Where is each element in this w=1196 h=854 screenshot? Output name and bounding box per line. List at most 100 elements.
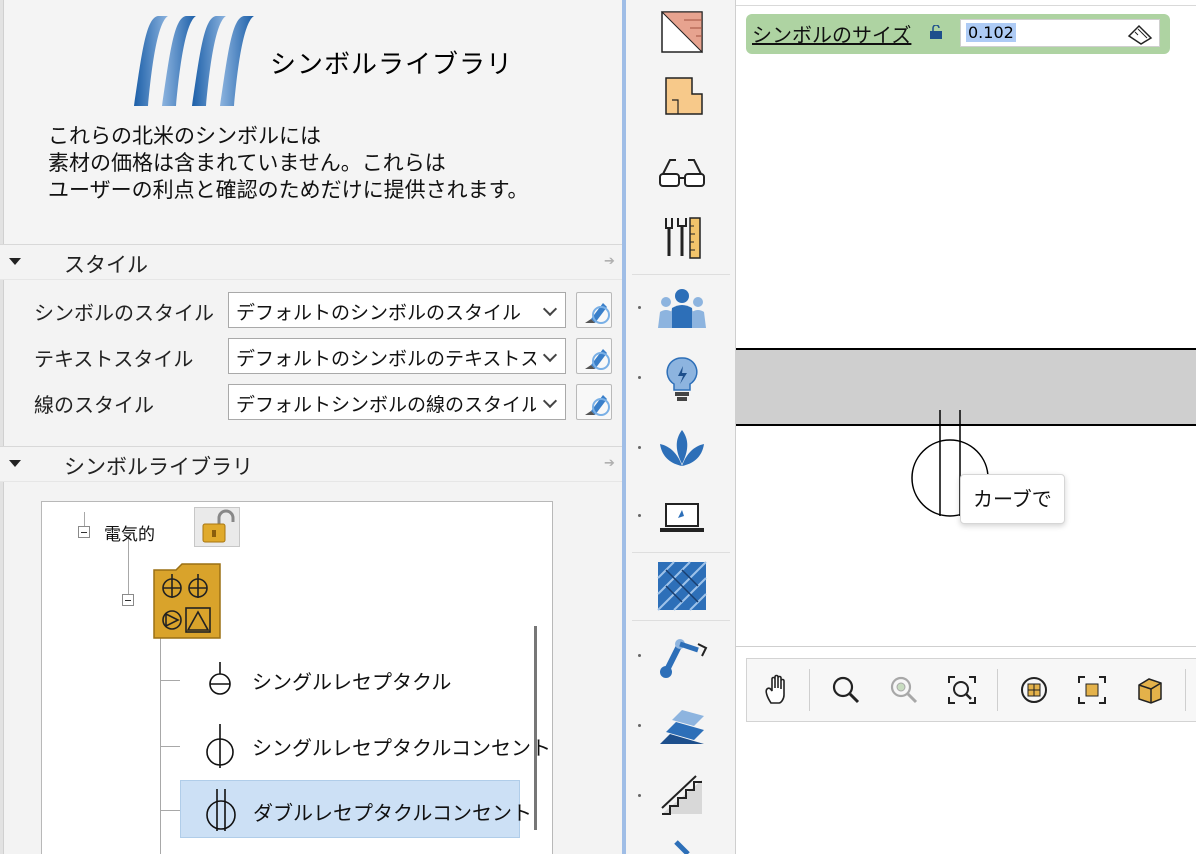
line-style-row: 線のスタイル デフォルトシンボルの線のスタイル bbox=[0, 382, 622, 424]
single-receptacle-icon bbox=[209, 662, 231, 695]
landscape-tool-icon[interactable] bbox=[656, 424, 708, 476]
expand-dot bbox=[638, 306, 641, 309]
symbol-style-row: シンボルのスタイル デフォルトのシンボルのスタイル bbox=[0, 290, 622, 332]
chevron-down-icon[interactable] bbox=[542, 393, 558, 409]
symbol-size-input[interactable]: 0.102 bbox=[960, 19, 1160, 47]
tree-item-label: シングルレセプタクル bbox=[252, 670, 452, 694]
chevron-down-icon[interactable] bbox=[542, 347, 558, 363]
line-style-dropdown[interactable]: デフォルトシンボルの線のスタイル bbox=[228, 384, 566, 420]
robot-arm-icon[interactable] bbox=[656, 630, 708, 682]
ramp-stairs-icon[interactable] bbox=[656, 770, 708, 822]
room-tool-icon[interactable] bbox=[656, 70, 708, 122]
zoom-extents-icon[interactable] bbox=[1075, 673, 1109, 707]
double-receptacle-outlet-icon bbox=[206, 789, 236, 831]
pin-icon[interactable]: ➔ bbox=[604, 254, 615, 269]
laptop-tool-icon[interactable] bbox=[656, 492, 708, 544]
tool-palette bbox=[626, 0, 736, 854]
symbol-folder-icon[interactable] bbox=[150, 560, 224, 640]
dropdown-value: デフォルトシンボルの線のスタイル bbox=[236, 394, 536, 416]
tree-connector bbox=[160, 810, 180, 811]
tree-item-single-receptacle-outlet[interactable]: シングルレセプタクルコンセント bbox=[180, 716, 551, 774]
lighting-tool-icon[interactable] bbox=[656, 354, 708, 406]
tile-pattern-icon[interactable] bbox=[656, 560, 708, 612]
wall-tool-icon[interactable] bbox=[656, 6, 708, 58]
stairs-tool-icon[interactable] bbox=[656, 700, 708, 752]
zoom-selection-icon[interactable] bbox=[1017, 673, 1051, 707]
toolbar-divider bbox=[997, 669, 998, 711]
tree-connector bbox=[128, 538, 129, 598]
tree-connector bbox=[160, 630, 161, 854]
symbol-style-dropdown[interactable]: デフォルトのシンボルのスタイル bbox=[228, 292, 566, 328]
expand-dot bbox=[638, 446, 641, 449]
tree-item-label: シングルレセプタクルコンセント bbox=[252, 736, 551, 760]
expand-dot bbox=[638, 794, 641, 797]
symbol-tree[interactable]: 電気的 シングルレセプタクル シングルレセプタクルコンセント ダブルレセプタクル… bbox=[41, 501, 553, 854]
edit-line-style-button[interactable] bbox=[576, 384, 612, 420]
toolbar-divider bbox=[809, 669, 810, 711]
edit-text-style-button[interactable] bbox=[576, 338, 612, 374]
app-window: シンボルライブラリ これらの北米のシンボルには 素材の価格は含まれていません。こ… bbox=[0, 0, 1196, 854]
ruler-icon[interactable] bbox=[1127, 22, 1153, 46]
style-section-title: スタイル bbox=[64, 253, 148, 277]
unlock-icon bbox=[202, 509, 235, 543]
dropdown-value: デフォルトのシンボルのスタイル bbox=[236, 302, 522, 324]
zoom-fit-icon[interactable] bbox=[945, 673, 979, 707]
app-title: シンボルライブラリ bbox=[270, 50, 514, 80]
toolbox-divider bbox=[632, 274, 730, 275]
expand-dot bbox=[638, 514, 641, 517]
lock-button[interactable] bbox=[194, 507, 240, 547]
style-section-header[interactable]: スタイル ➔ bbox=[0, 244, 622, 280]
chevron-down-icon[interactable] bbox=[542, 301, 558, 317]
single-receptacle-outlet-icon bbox=[206, 724, 234, 768]
symbol-size-value: 0.102 bbox=[966, 23, 1016, 42]
dropdown-value: デフォルトのシンボルのテキストスタイル bbox=[236, 348, 536, 370]
collapse-caret-icon[interactable] bbox=[9, 460, 21, 467]
library-section-title: シンボルライブラリ bbox=[64, 455, 253, 479]
disclaimer-line: これらの北米のシンボルには bbox=[48, 124, 321, 148]
text-style-label: テキストスタイル bbox=[34, 347, 194, 371]
pin-icon[interactable]: ➔ bbox=[604, 456, 615, 471]
disclaimer-text: これらの北米のシンボルには 素材の価格は含まれていません。これらは ユーザーの利… bbox=[48, 123, 528, 204]
tools-ruler-icon[interactable] bbox=[656, 212, 708, 264]
tree-connector bbox=[160, 680, 180, 681]
zoom-icon[interactable] bbox=[829, 673, 863, 707]
collapse-toggle-electric[interactable] bbox=[78, 526, 90, 538]
snap-tooltip: カーブで bbox=[960, 474, 1065, 524]
disclaimer-line: 素材の価格は含まれていません。これらは bbox=[48, 151, 446, 175]
tree-scrollbar[interactable] bbox=[534, 626, 537, 830]
drawing-canvas[interactable]: シンボルのサイズ 0.102 カーブで bbox=[736, 0, 1196, 854]
people-tool-icon[interactable] bbox=[656, 284, 708, 336]
view-navigation-toolbar bbox=[746, 658, 1196, 722]
collapse-toggle-folder[interactable] bbox=[122, 594, 134, 606]
text-style-row: テキストスタイル デフォルトのシンボルのテキストスタイル bbox=[0, 336, 622, 378]
line-style-label: 線のスタイル bbox=[34, 393, 154, 417]
lock-icon[interactable] bbox=[929, 25, 943, 39]
view-3d-box-icon[interactable] bbox=[1133, 673, 1167, 707]
library-section-header[interactable]: シンボルライブラリ ➔ bbox=[0, 446, 622, 482]
edit-style-icon bbox=[585, 395, 610, 416]
collapse-caret-icon[interactable] bbox=[9, 258, 21, 265]
canvas-top-ruler bbox=[736, 0, 1196, 6]
tree-item-single-receptacle[interactable]: シングルレセプタクル bbox=[180, 650, 520, 708]
symbol-size-bar: シンボルのサイズ 0.102 bbox=[746, 14, 1170, 54]
tree-item-double-receptacle-outlet[interactable]: ダブルレセプタクルコンセント bbox=[180, 780, 532, 838]
more-tools-icon[interactable] bbox=[656, 838, 708, 854]
tree-item-label: ダブルレセプタクルコンセント bbox=[253, 801, 532, 825]
tree-connector bbox=[160, 746, 180, 747]
symbol-style-label: シンボルのスタイル bbox=[34, 301, 214, 325]
text-style-dropdown[interactable]: デフォルトのシンボルのテキストスタイル bbox=[228, 338, 566, 374]
symbol-size-label[interactable]: シンボルのサイズ bbox=[752, 19, 911, 48]
expand-dot bbox=[638, 654, 641, 657]
toolbox-divider bbox=[632, 620, 730, 621]
tree-node-electric[interactable]: 電気的 bbox=[104, 520, 155, 545]
expand-dot bbox=[638, 376, 641, 379]
toolbox-divider bbox=[632, 552, 730, 553]
symbol-library-panel: シンボルライブラリ これらの北米のシンボルには 素材の価格は含まれていません。こ… bbox=[0, 0, 622, 854]
edit-style-button[interactable] bbox=[576, 292, 612, 328]
canvas-divider bbox=[736, 646, 1196, 647]
edit-style-icon bbox=[585, 349, 610, 370]
edit-style-icon bbox=[585, 303, 610, 324]
glasses-view-icon[interactable] bbox=[656, 146, 708, 198]
disclaimer-line: ユーザーの利点と確認のためだけに提供されます。 bbox=[48, 178, 529, 202]
pan-hand-icon[interactable] bbox=[761, 673, 795, 707]
